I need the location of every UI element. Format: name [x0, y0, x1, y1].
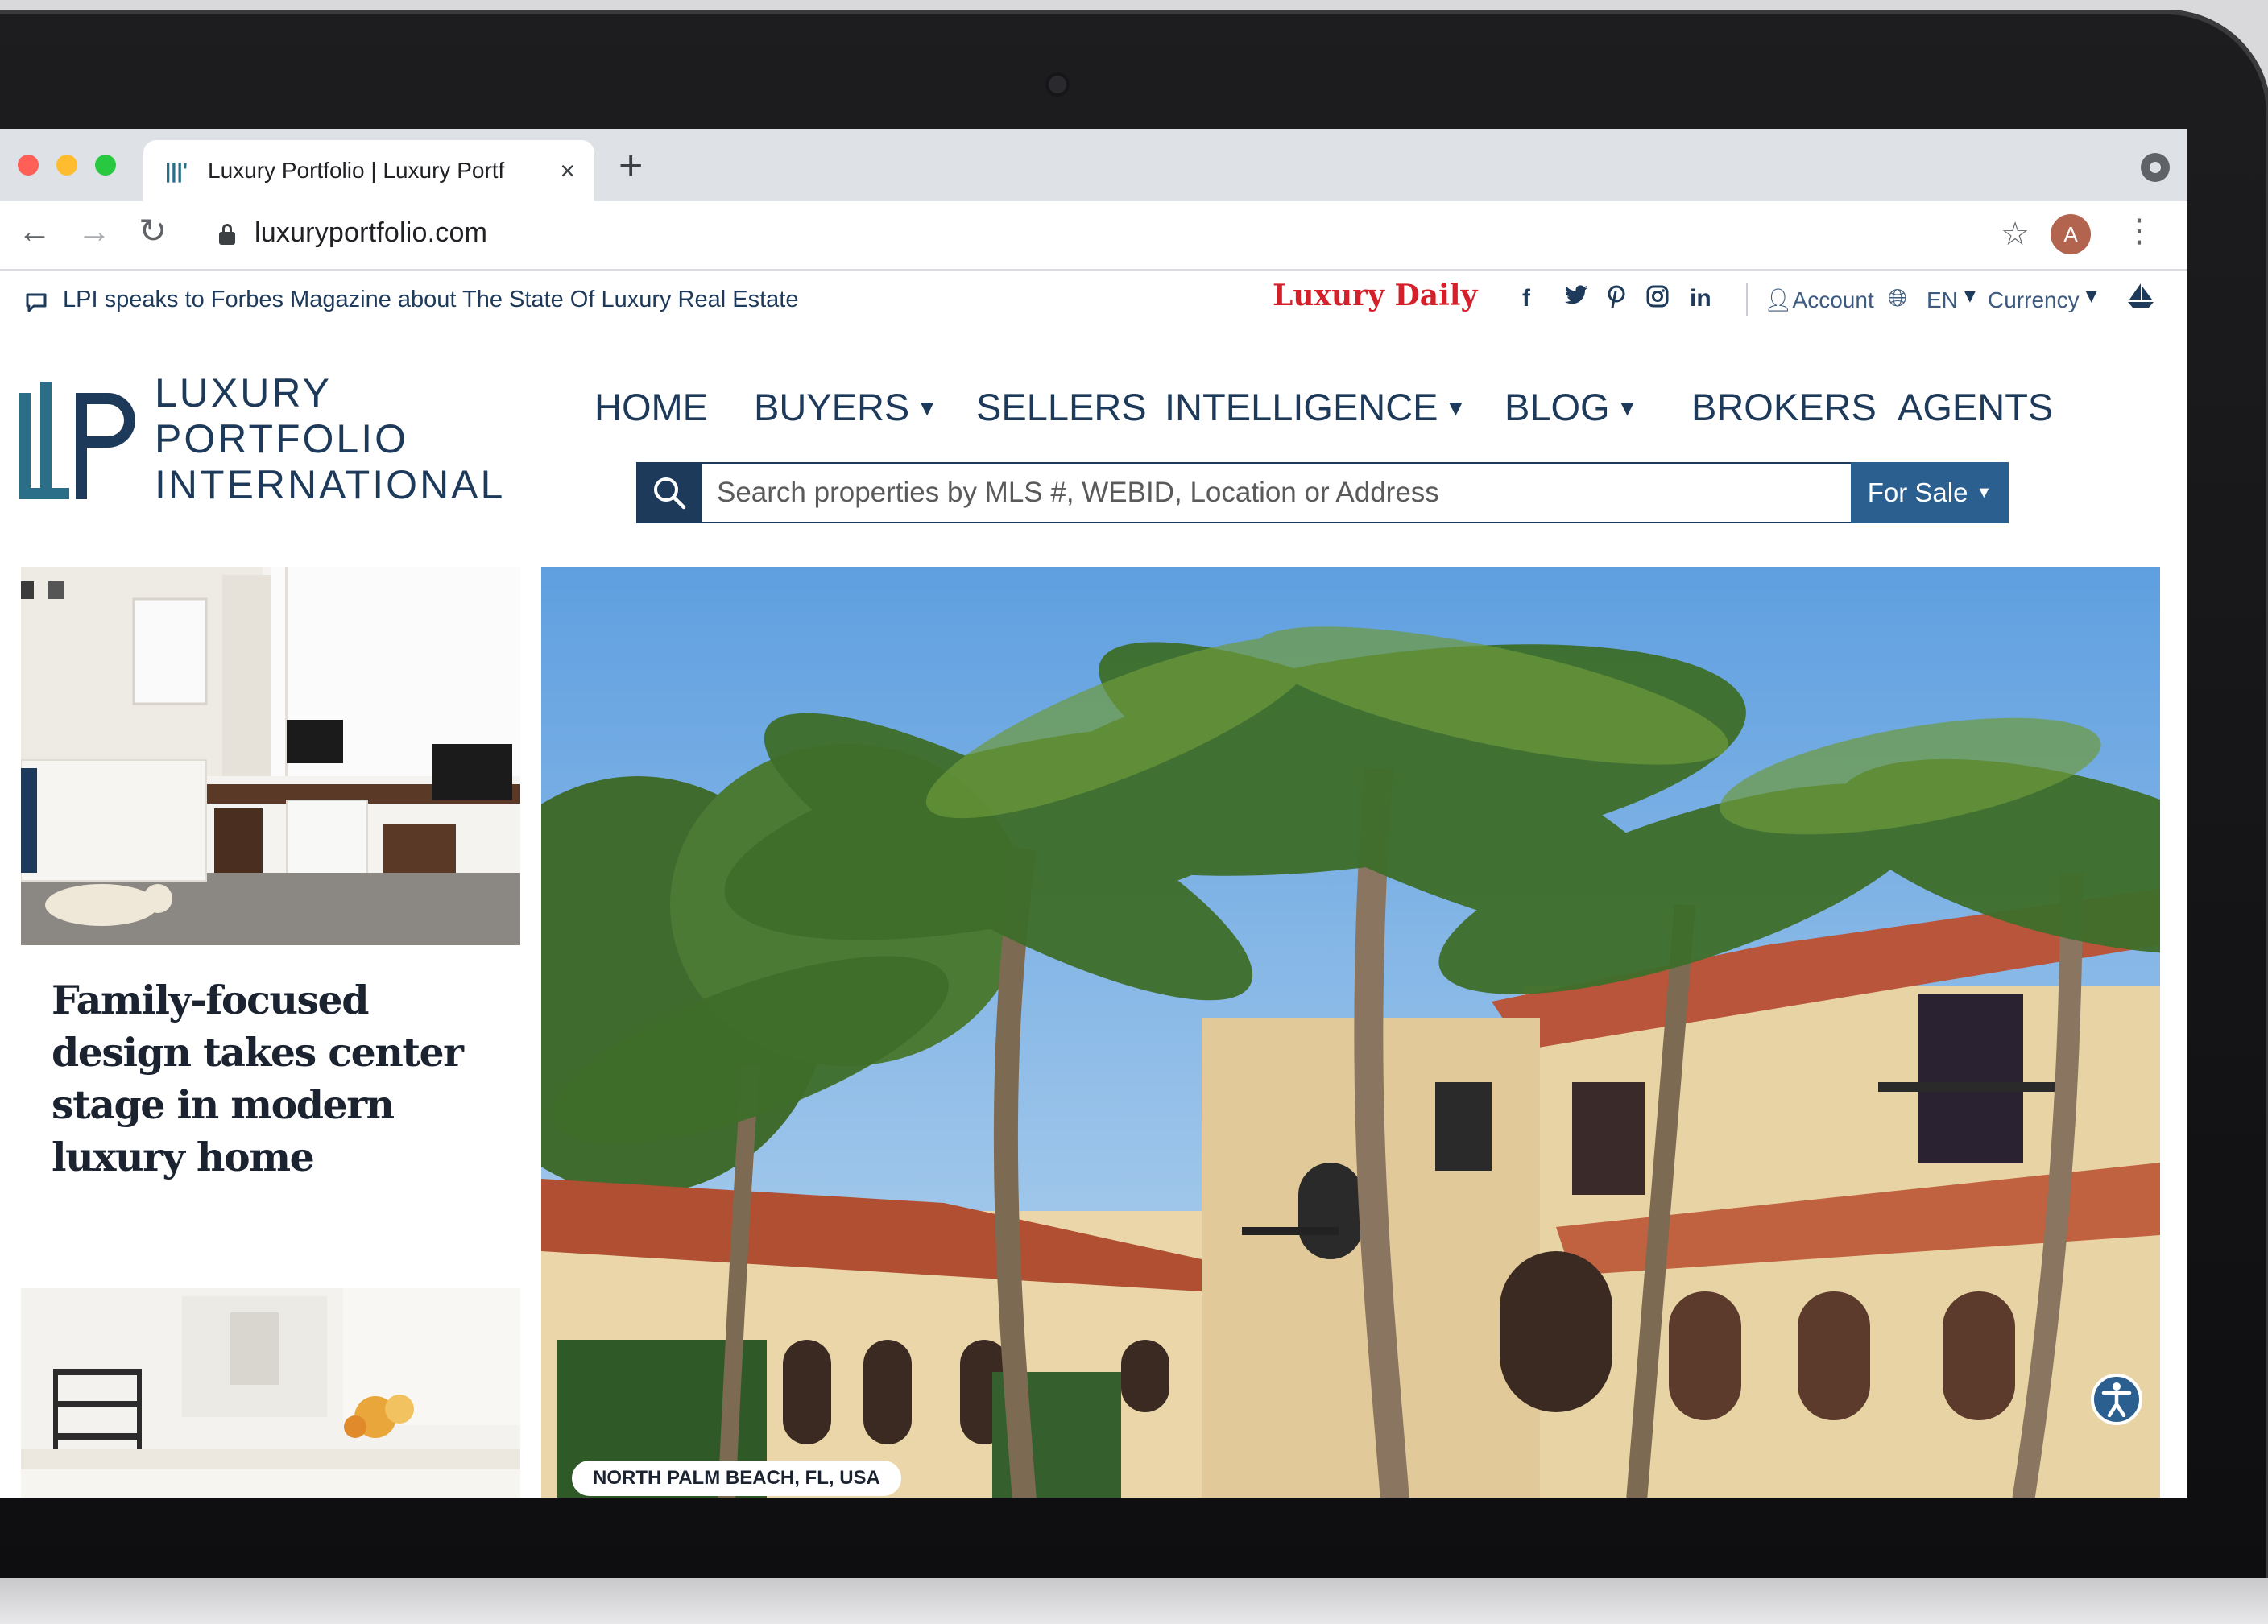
lpi-logo-mark[interactable]: [19, 382, 148, 510]
browser-toolbar: ← → ↻ luxuryportfolio.com ☆ A ⋮: [0, 201, 2187, 271]
feature-article-image[interactable]: [21, 567, 520, 945]
lpi-wordmark[interactable]: LUXURY PORTFOLIO INTERNATIONAL: [155, 370, 505, 508]
linkedin-icon[interactable]: in: [1690, 285, 1711, 312]
user-icon: 👤︎: [1764, 287, 1793, 312]
accessibility-button[interactable]: [2091, 1374, 2142, 1425]
account-label: Account: [1792, 287, 1874, 312]
lock-icon[interactable]: [219, 224, 235, 245]
nav-agents[interactable]: AGENTS: [1898, 385, 2053, 429]
nav-blog[interactable]: BLOG ▼: [1504, 385, 1638, 429]
logo-line-luxury: LUXURY: [155, 370, 332, 415]
property-location-badge[interactable]: NORTH PALM BEACH, FL, USA: [572, 1461, 901, 1496]
property-search-bar: For Sale ▼: [636, 462, 2009, 523]
search-input[interactable]: [702, 462, 1851, 523]
chevron-down-icon: ▼: [916, 395, 938, 420]
sailboat-icon[interactable]: [2126, 282, 2155, 316]
search-icon: [654, 477, 686, 510]
logo-line-international: INTERNATIONAL: [155, 462, 506, 507]
nav-brokers[interactable]: BROKERS: [1691, 385, 1877, 429]
camera-icon: [1049, 76, 1066, 93]
address-bar[interactable]: luxuryportfolio.com: [255, 217, 487, 249]
nav-intelligence-label: INTELLIGENCE: [1165, 386, 1438, 428]
chevron-down-icon: ▼: [1616, 395, 1639, 420]
currency-dropdown[interactable]: Currency ▾: [1988, 283, 2097, 313]
nav-buyers-label: BUYERS: [754, 386, 910, 428]
nav-blog-label: BLOG: [1504, 386, 1610, 428]
nav-sellers[interactable]: SELLERS: [976, 385, 1147, 429]
secondary-article-image[interactable]: [21, 1288, 520, 1498]
nav-intelligence[interactable]: INTELLIGENCE ▼: [1165, 385, 1467, 429]
listing-status-label: For Sale: [1867, 477, 1968, 507]
listing-status-dropdown[interactable]: For Sale ▼: [1851, 462, 2009, 523]
profile-avatar[interactable]: A: [2051, 214, 2091, 254]
browser-extension-icon[interactable]: [2141, 153, 2170, 182]
feature-article-title[interactable]: Family-focused design takes center stage…: [52, 974, 486, 1184]
account-link[interactable]: 👤︎Account: [1764, 287, 1874, 313]
tab-close-icon[interactable]: ×: [560, 156, 575, 186]
twitter-icon[interactable]: [1564, 285, 1588, 312]
minimize-window-button[interactable]: [56, 155, 77, 176]
maximize-window-button[interactable]: [95, 155, 116, 176]
instagram-icon[interactable]: [1646, 285, 1669, 314]
lpi-favicon-icon: |||': [164, 158, 188, 183]
nav-buyers[interactable]: BUYERS ▼: [754, 385, 938, 429]
site-top-bar: LPI speaks to Forbes Magazine about The …: [0, 271, 2187, 330]
facebook-icon[interactable]: f: [1522, 285, 1530, 312]
globe-icon: 🌐︎: [1888, 285, 1907, 312]
hero-property-image[interactable]: NORTH PALM BEACH, FL, USA: [541, 567, 2160, 1498]
nav-home[interactable]: HOME: [594, 385, 708, 429]
luxury-daily-logo[interactable]: Luxury Daily: [1273, 279, 1477, 312]
language-label: EN: [1927, 287, 1958, 312]
forward-arrow-icon[interactable]: →: [77, 214, 111, 248]
close-window-button[interactable]: [18, 155, 39, 176]
logo-line-portfolio: PORTFOLIO: [155, 416, 409, 461]
browser-menu-icon[interactable]: ⋮: [2123, 213, 2155, 250]
currency-label: Currency: [1988, 287, 2080, 312]
chevron-down-icon: ▼: [1976, 483, 1993, 502]
news-link[interactable]: LPI speaks to Forbes Magazine about The …: [63, 287, 798, 313]
bookmark-star-icon[interactable]: ☆: [2001, 216, 2030, 253]
back-arrow-icon[interactable]: ←: [18, 214, 52, 248]
browser-window: |||' Luxury Portfolio | Luxury Portf × +…: [0, 129, 2187, 1498]
reload-icon[interactable]: ↻: [139, 214, 167, 248]
chevron-down-icon: ▾: [2085, 283, 2097, 308]
language-dropdown[interactable]: EN ▾: [1927, 283, 1976, 313]
accessibility-icon: [2101, 1382, 2132, 1417]
new-tab-button[interactable]: +: [619, 145, 643, 187]
topbar-divider: [1746, 283, 1748, 316]
speech-bubble-icon: [24, 290, 48, 320]
pinterest-icon[interactable]: [1606, 285, 1627, 316]
tab-title: Luxury Portfolio | Luxury Portf: [208, 158, 505, 183]
laptop-base: [0, 1578, 2268, 1624]
chevron-down-icon: ▼: [1444, 395, 1467, 420]
tab-strip: |||' Luxury Portfolio | Luxury Portf × +: [0, 129, 2187, 201]
chevron-down-icon: ▾: [1964, 283, 1976, 308]
search-button[interactable]: [636, 462, 702, 523]
browser-tab[interactable]: |||' Luxury Portfolio | Luxury Portf ×: [143, 140, 594, 201]
